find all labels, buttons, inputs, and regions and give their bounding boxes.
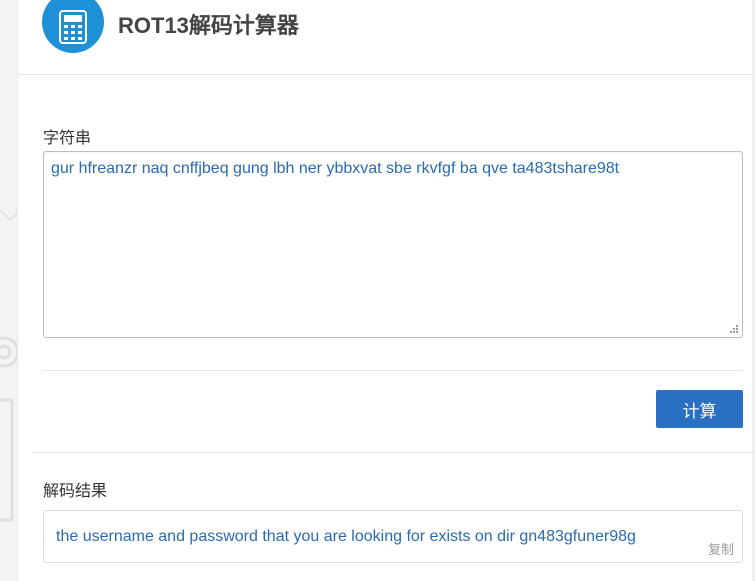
left-background-strip [0, 0, 18, 581]
result-output-box: the username and password that you are l… [43, 510, 743, 563]
string-input-value[interactable]: gur hfreanzr naq cnffjbeq gung lbh ner y… [51, 160, 734, 178]
section-divider [43, 370, 743, 371]
input-label: 字符串 [43, 130, 92, 147]
copy-button[interactable]: 复制 [708, 539, 734, 558]
page-header: ROT13解码计算器 [18, 0, 752, 75]
result-divider [33, 452, 755, 453]
calculator-icon [42, 0, 104, 53]
page-title: ROT13解码计算器 [118, 13, 299, 38]
calculate-button[interactable]: 计算 [656, 390, 743, 428]
background-decoration-icon [0, 209, 17, 522]
result-label: 解码结果 [43, 483, 108, 500]
resize-grip-icon[interactable] [729, 324, 739, 334]
result-value: the username and password that you are l… [56, 528, 636, 545]
string-input-textarea[interactable]: gur hfreanzr naq cnffjbeq gung lbh ner y… [43, 151, 743, 338]
